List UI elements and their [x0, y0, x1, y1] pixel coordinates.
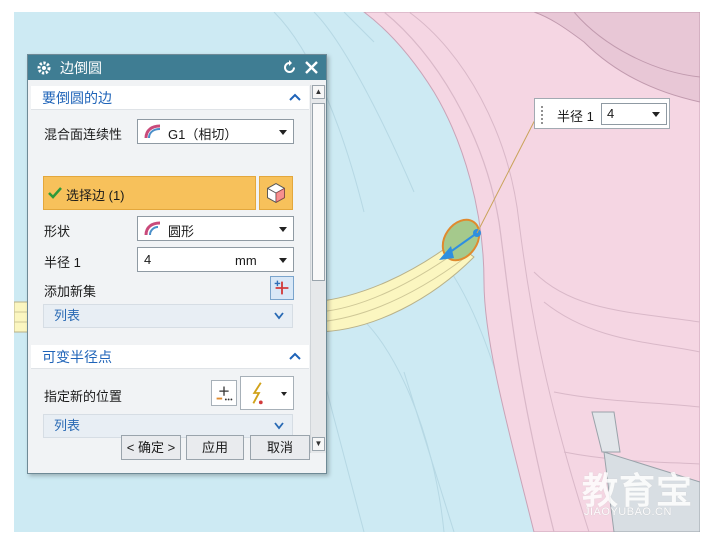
gear-icon: [37, 61, 51, 74]
section-edges-to-blend[interactable]: 要倒圆的边: [31, 86, 309, 110]
dialog-content: 要倒圆的边 混合面连续性 G1（相切） 选择边 (1) 形状 圆形 半径 1 4…: [31, 82, 309, 451]
watermark-logo: 教育宝 JIAOYUBAO.CN: [582, 462, 700, 522]
radius-label: 半径 1: [44, 255, 81, 270]
dialog-titlebar[interactable]: 边倒圆: [28, 55, 326, 80]
point-constructor-icon: [216, 386, 233, 401]
scroll-down-arrow-icon[interactable]: ▼: [312, 437, 325, 451]
radius-input[interactable]: 4 mm: [137, 247, 294, 272]
blend-list-label: 列表: [54, 308, 81, 323]
chevron-down-icon[interactable]: [279, 227, 287, 232]
add-new-set-label: 添加新集: [44, 284, 97, 299]
ok-button[interactable]: < 确定 >: [121, 435, 181, 460]
circular-shape-icon: [144, 221, 161, 236]
add-set-icon: [274, 280, 289, 295]
drag-handle-icon[interactable]: [540, 105, 545, 124]
scrollbar-thumb[interactable]: [312, 103, 325, 281]
watermark-en: JIAOYUBAO.CN: [584, 506, 672, 518]
radius-value: 4: [144, 252, 152, 267]
chevron-down-icon[interactable]: [274, 422, 284, 430]
blend-list-toggle[interactable]: 列表: [43, 304, 293, 328]
chevron-up-icon[interactable]: [289, 92, 301, 102]
cancel-button[interactable]: 取消: [250, 435, 310, 460]
select-edge-label: 选择边 (1): [66, 188, 125, 203]
chevron-up-icon[interactable]: [289, 351, 301, 361]
inferred-point-icon: [252, 382, 263, 405]
radius-tag-value: 4: [607, 106, 615, 121]
edge-selection-cube-button[interactable]: [259, 176, 293, 210]
variable-list-label: 列表: [54, 418, 81, 433]
close-icon[interactable]: [303, 59, 320, 76]
continuity-select[interactable]: G1（相切）: [137, 119, 294, 144]
edge-blend-dialog: 边倒圆 要倒圆的边 混合面连续性 G1（相切） 选择边 (1) 形状 圆形 半径…: [27, 54, 327, 474]
radius-unit: mm: [235, 253, 257, 268]
radius-tag-field[interactable]: 4: [601, 103, 667, 125]
specify-location-label: 指定新的位置: [44, 389, 123, 404]
add-new-set-button[interactable]: [270, 276, 294, 300]
g1-continuity-icon: [144, 124, 161, 139]
radius-tag-label: 半径 1: [557, 109, 594, 124]
section-edges-title: 要倒圆的边: [42, 90, 112, 106]
checkmark-icon: [48, 187, 62, 199]
cube-icon: [267, 183, 285, 203]
chevron-down-icon[interactable]: [281, 392, 287, 396]
continuity-label: 混合面连续性: [44, 127, 123, 142]
section-variable-radius[interactable]: 可变半径点: [31, 345, 309, 369]
shape-select[interactable]: 圆形: [137, 216, 294, 241]
apply-button[interactable]: 应用: [186, 435, 244, 460]
dialog-scrollbar[interactable]: ▲ ▼: [310, 85, 326, 453]
select-edge-button[interactable]: 选择边 (1): [43, 176, 256, 210]
reset-icon[interactable]: [281, 59, 298, 76]
chevron-down-icon[interactable]: [279, 258, 287, 263]
shape-value: 圆形: [168, 224, 195, 239]
chevron-down-icon[interactable]: [279, 130, 287, 135]
point-dialog-button[interactable]: [211, 380, 237, 406]
chevron-down-icon[interactable]: [274, 312, 284, 320]
scroll-up-arrow-icon[interactable]: ▲: [312, 85, 325, 99]
dialog-title: 边倒圆: [60, 59, 102, 76]
continuity-value: G1（相切）: [168, 127, 238, 142]
radius-onscreen-input[interactable]: 半径 1 4: [534, 98, 670, 129]
section-variable-title: 可变半径点: [42, 349, 112, 365]
point-type-select[interactable]: [240, 376, 294, 410]
shape-label: 形状: [44, 224, 71, 239]
chevron-down-icon[interactable]: [652, 112, 660, 117]
